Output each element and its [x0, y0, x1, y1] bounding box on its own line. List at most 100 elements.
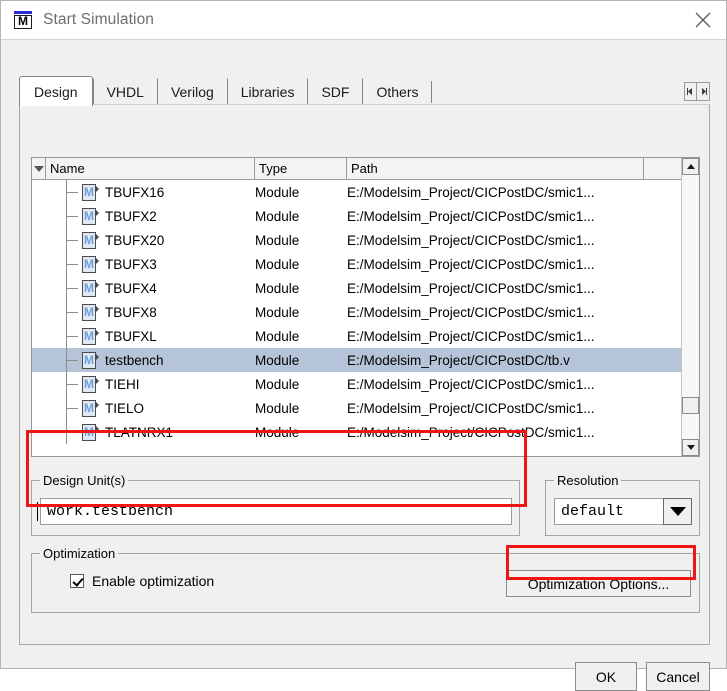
row-path: E:/Modelsim_Project/CICPostDC/smic1... [347, 424, 595, 440]
resolution-combobox[interactable]: default [554, 498, 692, 525]
design-units-group: Design Unit(s) work.testbench [31, 473, 520, 536]
column-header-name[interactable]: Name [46, 158, 255, 179]
row-path: E:/Modelsim_Project/CICPostDC/smic1... [347, 280, 595, 296]
module-icon: M [82, 303, 99, 321]
column-header-type[interactable]: Type [255, 158, 347, 179]
title-bar: M Start Simulation [1, 1, 726, 39]
module-icon: M [82, 327, 99, 345]
enable-optimization-checkbox[interactable]: Enable optimization [70, 573, 214, 589]
table-row[interactable]: M TBUFX16 Module E:/Modelsim_Project/CIC… [32, 180, 681, 204]
resolution-value[interactable]: default [554, 498, 663, 525]
row-type: Module [255, 304, 300, 320]
row-name-cell: M TBUFX8 [32, 300, 255, 324]
module-icon: M [82, 351, 99, 369]
scroll-left-icon[interactable] [684, 82, 697, 101]
scrollbar-thumb[interactable] [682, 397, 699, 414]
module-icon: M [82, 207, 99, 225]
tab-others[interactable]: Others [362, 78, 433, 104]
tree-main: Name Type Path M TBUFX16 Module E:/Model… [32, 158, 681, 456]
row-path: E:/Modelsim_Project/CICPostDC/tb.v [347, 352, 570, 368]
chevron-down-icon[interactable] [663, 498, 692, 525]
enable-optimization-label: Enable optimization [92, 573, 215, 589]
module-icon: M [82, 279, 99, 297]
row-name: testbench [105, 352, 164, 368]
tab-label: SDF [321, 83, 350, 100]
close-icon[interactable] [680, 1, 726, 39]
module-icon: M [82, 255, 99, 273]
start-simulation-dialog: M Start Simulation Design VHDL Verilog L… [0, 0, 727, 691]
tab-label: Verilog [170, 83, 214, 100]
row-path: E:/Modelsim_Project/CICPostDC/smic1... [347, 256, 595, 272]
row-name-cell: M TIEHI [32, 372, 255, 396]
tree-connector [32, 348, 82, 372]
row-path: E:/Modelsim_Project/CICPostDC/smic1... [347, 208, 595, 224]
table-row-selected[interactable]: M testbench Module E:/Modelsim_Project/C… [32, 348, 681, 372]
tab-verilog[interactable]: Verilog [156, 78, 228, 104]
design-unit-tree[interactable]: Name Type Path M TBUFX16 Module E:/Model… [31, 157, 700, 457]
scroll-right-icon[interactable] [697, 82, 710, 101]
design-unit-input[interactable]: work.testbench [40, 498, 512, 525]
row-name-cell: M testbench [32, 348, 255, 372]
table-row[interactable]: M TLATNRX1 Module E:/Modelsim_Project/CI… [32, 420, 681, 444]
tree-vertical-scrollbar[interactable] [681, 158, 699, 456]
row-path: E:/Modelsim_Project/CICPostDC/smic1... [347, 232, 595, 248]
table-row[interactable]: M TBUFX2 Module E:/Modelsim_Project/CICP… [32, 204, 681, 228]
row-type: Module [255, 208, 300, 224]
table-row[interactable]: M TIEHI Module E:/Modelsim_Project/CICPo… [32, 372, 681, 396]
row-name-cell: M TBUFX4 [32, 276, 255, 300]
row-name: TIELO [105, 400, 145, 416]
tree-connector [32, 324, 82, 348]
tree-header: Name Type Path [32, 158, 681, 180]
logo-letter: M [14, 15, 32, 29]
tab-sdf[interactable]: SDF [307, 78, 364, 104]
window-title: Start Simulation [43, 11, 155, 28]
optimization-options-button[interactable]: Optimization Options... [506, 570, 691, 597]
text-caret [37, 502, 38, 521]
row-type: Module [255, 376, 300, 392]
tab-label: Design [34, 83, 78, 100]
row-name: TBUFX2 [105, 208, 157, 224]
scroll-up-icon[interactable] [682, 158, 699, 175]
table-row[interactable]: M TBUFX8 Module E:/Modelsim_Project/CICP… [32, 300, 681, 324]
row-type: Module [255, 280, 300, 296]
row-path: E:/Modelsim_Project/CICPostDC/smic1... [347, 328, 595, 344]
dialog-body: Design VHDL Verilog Libraries SDF Others [1, 39, 726, 691]
table-row[interactable]: M TIELO Module E:/Modelsim_Project/CICPo… [32, 396, 681, 420]
row-type: Module [255, 424, 300, 440]
resolution-group: Resolution default [545, 473, 700, 536]
tab-label: VHDL [106, 83, 144, 100]
tab-vhdl[interactable]: VHDL [92, 78, 159, 104]
row-name: TBUFX3 [105, 256, 157, 272]
ok-button[interactable]: OK [575, 662, 637, 691]
tab-libraries[interactable]: Libraries [226, 78, 309, 104]
table-row[interactable]: M TBUFX4 Module E:/Modelsim_Project/CICP… [32, 276, 681, 300]
row-name: TIEHI [105, 376, 140, 392]
sort-descending-icon [33, 165, 44, 172]
tab-list: Design VHDL Verilog Libraries SDF Others [19, 76, 433, 106]
scroll-down-icon[interactable] [682, 439, 699, 456]
module-icon: M [82, 399, 99, 417]
optimization-group: Optimization Enable optimization Optimiz… [31, 546, 700, 613]
checkbox-checked-icon [70, 574, 84, 588]
table-row[interactable]: M TBUFX20 Module E:/Modelsim_Project/CIC… [32, 228, 681, 252]
row-name: TLATNRX1 [105, 424, 174, 440]
column-sort-indicator[interactable] [32, 158, 46, 179]
tree-connector [32, 252, 82, 276]
row-path: E:/Modelsim_Project/CICPostDC/smic1... [347, 184, 595, 200]
scrollbar-track[interactable] [682, 175, 699, 439]
column-header-spacer[interactable] [644, 158, 681, 179]
tree-connector [32, 420, 82, 444]
row-name-cell: M TBUFX2 [32, 204, 255, 228]
row-name-cell: M TLATNRX1 [32, 420, 255, 444]
column-header-path[interactable]: Path [347, 158, 644, 179]
tab-design[interactable]: Design [19, 76, 93, 106]
row-name: TBUFX20 [105, 232, 165, 248]
table-row[interactable]: M TBUFXL Module E:/Modelsim_Project/CICP… [32, 324, 681, 348]
tree-connector [32, 396, 82, 420]
row-type: Module [255, 184, 300, 200]
module-icon: M [82, 183, 99, 201]
cancel-button[interactable]: Cancel [646, 662, 710, 691]
table-row[interactable]: M TBUFX3 Module E:/Modelsim_Project/CICP… [32, 252, 681, 276]
row-name: TBUFXL [105, 328, 157, 344]
row-name: TBUFX4 [105, 280, 157, 296]
